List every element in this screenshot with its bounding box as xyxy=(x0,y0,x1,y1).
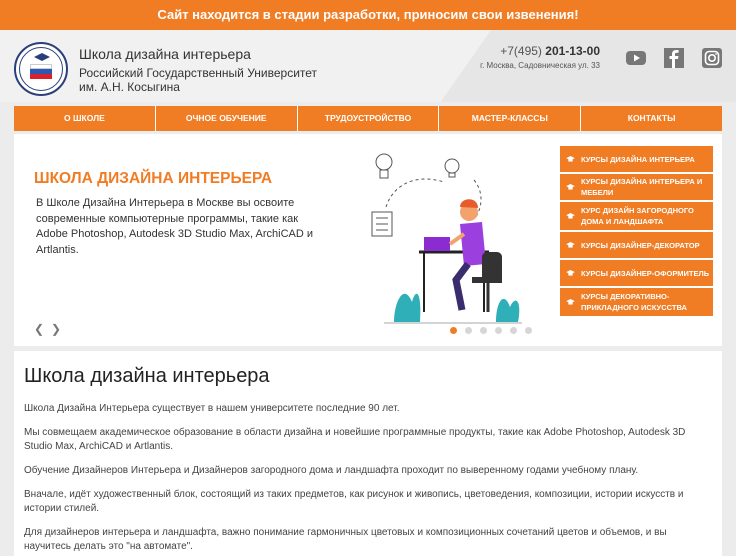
slider-dot[interactable] xyxy=(465,327,472,334)
university-logo[interactable] xyxy=(14,42,68,96)
course-item[interactable]: КУРС ДИЗАЙН ЗАГОРОДНОГО ДОМА И ЛАНДШАФТА xyxy=(560,202,713,232)
course-item[interactable]: КУРСЫ ДИЗАЙНА ИНТЕРЬЕРА И МЕБЕЛИ xyxy=(560,174,713,202)
graduation-cap-icon xyxy=(566,299,575,305)
slider-dot[interactable] xyxy=(450,327,457,334)
address: г. Москва, Садовническая ул. 33 xyxy=(480,61,600,70)
content-paragraph: Вначале, идёт художественный блок, состо… xyxy=(24,489,684,514)
graduation-cap-icon xyxy=(566,242,575,248)
nav-about[interactable]: О ШКОЛЕ xyxy=(14,106,156,131)
slider-dot[interactable] xyxy=(480,327,487,334)
course-item[interactable]: КУРСЫ ДИЗАЙНА ИНТЕРЬЕРА xyxy=(560,146,713,174)
course-list: КУРСЫ ДИЗАЙНА ИНТЕРЬЕРА КУРСЫ ДИЗАЙНА ИН… xyxy=(560,146,713,318)
nav-employment[interactable]: ТРУДОУСТРОЙСТВО xyxy=(298,106,440,131)
prev-slide-arrow[interactable]: ❮ xyxy=(34,322,44,336)
graduation-cap-icon xyxy=(566,184,575,190)
course-label: КУРСЫ ДИЗАЙНА ИНТЕРЬЕРА xyxy=(581,154,695,164)
hero-illustration xyxy=(371,153,522,324)
facebook-icon[interactable] xyxy=(664,48,684,68)
graduation-cap-icon xyxy=(566,270,575,276)
content-paragraph: Мы совмещаем академическое образование в… xyxy=(24,427,686,452)
youtube-icon[interactable] xyxy=(626,48,646,68)
main-content: Школа дизайна интерьера Школа Дизайна Ин… xyxy=(14,351,722,556)
hero-text: В Школе Дизайна Интерьера в Москве вы ос… xyxy=(36,197,314,256)
course-item[interactable]: КУРСЫ ДИЗАЙНЕР-ДЕКОРАТОР xyxy=(560,232,713,260)
slider-dot[interactable] xyxy=(495,327,502,334)
instagram-icon[interactable] xyxy=(702,48,722,68)
university-name: Российский Государственный Университет и… xyxy=(79,66,318,94)
next-slide-arrow[interactable]: ❯ xyxy=(51,322,61,336)
hero-title: ШКОЛА ДИЗАЙНА ИНТЕРЬЕРА xyxy=(34,170,273,187)
school-title: Школа дизайна интерьера xyxy=(79,46,251,62)
content-paragraph: Школа Дизайна Интерьера существует в наш… xyxy=(24,403,400,414)
content-paragraph: Обучение Дизайнеров Интерьера и Дизайнер… xyxy=(24,465,639,476)
hero-slider: ШКОЛА ДИЗАЙНА ИНТЕРЬЕРА В Школе Дизайна … xyxy=(14,134,722,346)
course-item[interactable]: КУРСЫ ДИЗАЙНЕР-ОФОРМИТЕЛЬ xyxy=(560,260,713,288)
nav-master-classes[interactable]: МАСТЕР-КЛАССЫ xyxy=(439,106,582,131)
nav-contacts[interactable]: КОНТАКТЫ xyxy=(581,106,722,131)
page-heading: Школа дизайна интерьера xyxy=(24,365,270,387)
course-label: КУРС ДИЗАЙН ЗАГОРОДНОГО ДОМА И ЛАНДШАФТА xyxy=(581,206,694,226)
content-paragraph: Для дизайнеров интерьера и ландшафта, ва… xyxy=(24,527,667,552)
phone-prefix: +7(495) xyxy=(500,44,542,58)
course-label: КУРСЫ ДИЗАЙНА ИНТЕРЬЕРА И МЕБЕЛИ xyxy=(581,177,703,197)
course-item[interactable]: КУРСЫ ДЕКОРАТИВНО-ПРИКЛАДНОГО ИСКУССТВА xyxy=(560,288,713,318)
course-label: КУРСЫ ДЕКОРАТИВНО-ПРИКЛАДНОГО ИСКУССТВА xyxy=(581,292,687,312)
slider-dots xyxy=(450,327,532,334)
phone[interactable]: +7(495) 201-13-00 xyxy=(490,44,600,58)
graduation-cap-icon xyxy=(566,156,575,162)
nav-full-time[interactable]: ОЧНОЕ ОБУЧЕНИЕ xyxy=(156,106,298,131)
phone-number: 201-13-00 xyxy=(545,44,600,58)
graduation-cap-icon xyxy=(566,213,575,219)
course-label: КУРСЫ ДИЗАЙНЕР-ОФОРМИТЕЛЬ xyxy=(581,268,710,278)
site-header: Школа дизайна интерьера Российский Госуд… xyxy=(0,30,736,102)
main-nav: О ШКОЛЕ ОЧНОЕ ОБУЧЕНИЕ ТРУДОУСТРОЙСТВО М… xyxy=(14,106,722,131)
dev-notice-banner: Сайт находится в стадии разработки, прин… xyxy=(0,0,736,30)
slider-dot[interactable] xyxy=(525,327,532,334)
slider-dot[interactable] xyxy=(510,327,517,334)
course-label: КУРСЫ ДИЗАЙНЕР-ДЕКОРАТОР xyxy=(581,240,700,250)
